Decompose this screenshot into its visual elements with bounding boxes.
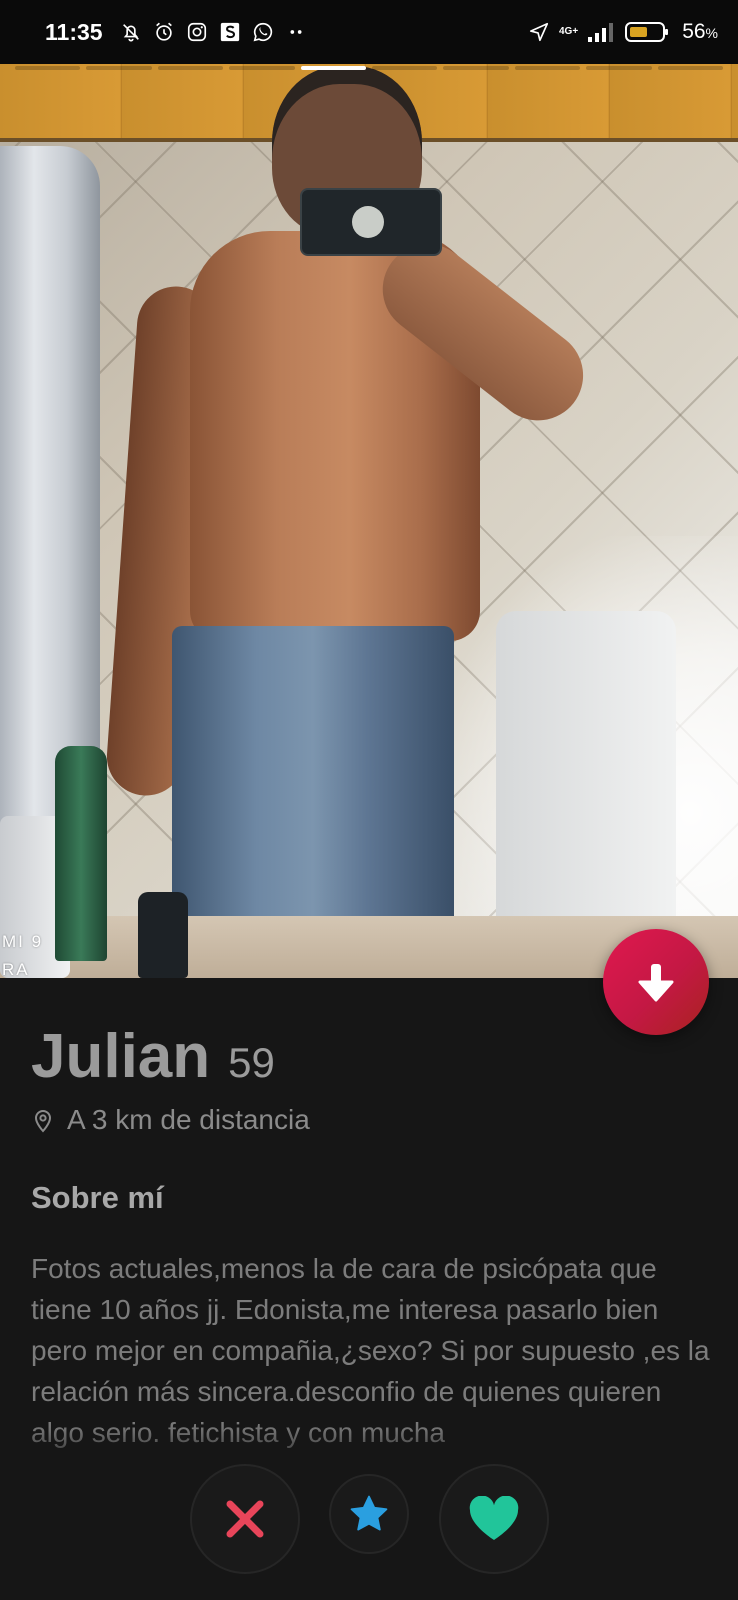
location-arrow-icon (527, 20, 551, 44)
battery-percent: 56% (682, 20, 718, 43)
status-bar: 11:35 4G+ 56% (0, 0, 738, 64)
photo-progress-segment[interactable] (372, 66, 438, 70)
network-type: 4G+ (559, 26, 579, 37)
photo-progress-segment[interactable] (157, 66, 224, 70)
photo-progress-segment[interactable] (86, 66, 152, 70)
whatsapp-icon (251, 20, 275, 44)
distance-row: A 3 km de distancia (31, 1104, 711, 1136)
like-button[interactable] (439, 1464, 549, 1574)
alarm-icon (152, 20, 176, 44)
toilet (496, 611, 676, 941)
profile-name: Julian (31, 1022, 211, 1091)
photo-progress-segment[interactable] (586, 66, 652, 70)
nope-button[interactable] (190, 1464, 300, 1574)
photo-progress-bar (15, 66, 724, 70)
profile-info: Julian 59 A 3 km de distancia Sobre mí F… (31, 1020, 711, 1494)
photo-progress-segment[interactable] (514, 66, 581, 70)
more-dots-icon (284, 20, 308, 44)
notification-icons (119, 20, 308, 44)
arrow-down-icon (638, 964, 674, 1002)
battery-icon (624, 20, 670, 44)
profile-age: 59 (228, 1039, 275, 1086)
about-heading: Sobre mí (31, 1180, 164, 1215)
action-bar (0, 1464, 738, 1574)
phone-in-hand (300, 188, 442, 256)
photo-progress-segment[interactable] (657, 66, 724, 70)
profile-photo[interactable]: MI 9 RA (0, 56, 738, 978)
status-time: 11:35 (45, 18, 103, 45)
location-pin-icon (34, 1110, 52, 1133)
collapse-profile-button[interactable] (603, 929, 709, 1035)
bottle-label-text: MI 9 RA (2, 932, 44, 978)
green-bottle (55, 746, 107, 961)
photo-progress-segment[interactable] (229, 66, 295, 70)
photo-progress-segment[interactable] (15, 66, 81, 70)
close-icon (226, 1500, 264, 1538)
super-like-button[interactable] (329, 1474, 409, 1554)
system-icons: 4G+ 56% (527, 20, 718, 44)
heart-icon (469, 1496, 519, 1540)
name-age-row: Julian 59 (31, 1020, 711, 1094)
star-icon (350, 1495, 388, 1531)
photo-progress-segment[interactable] (300, 66, 367, 70)
s-app-icon (218, 20, 242, 44)
bell-off-icon (119, 20, 143, 44)
instagram-icon (185, 20, 209, 44)
photo-progress-segment[interactable] (443, 66, 509, 70)
profile-distance: A 3 km de distancia (67, 1104, 310, 1135)
signal-icon (586, 20, 616, 44)
dark-bottle (138, 892, 188, 978)
